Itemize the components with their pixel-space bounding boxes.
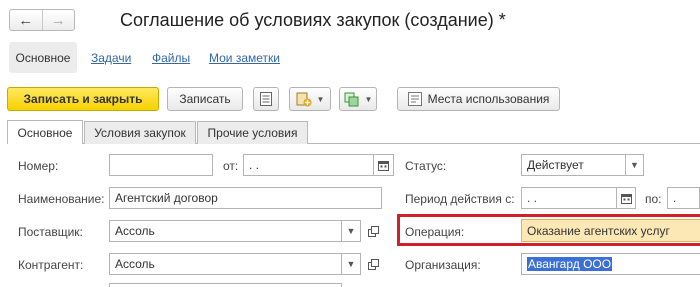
chevron-down-icon: ▼	[346, 226, 356, 236]
report-icon	[260, 92, 272, 106]
arrow-right-icon[interactable]: →	[41, 10, 75, 30]
organization-value: Авангард ООО	[527, 257, 613, 271]
calendar-icon	[620, 193, 632, 204]
counterparty-label: Контрагент:	[18, 258, 84, 272]
chevron-down-icon: ▼	[630, 160, 639, 170]
link-files[interactable]: Файлы	[152, 51, 190, 65]
usage-icon	[407, 92, 422, 106]
chevron-down-icon: ▼	[346, 259, 356, 269]
supplier-field[interactable]: Ассоль	[109, 220, 342, 242]
period-from-field[interactable]: . .	[521, 187, 617, 209]
usage-places-label: Места использования	[427, 92, 550, 106]
status-field[interactable]: Действует	[521, 154, 626, 176]
supplier-open-button[interactable]	[362, 220, 384, 242]
number-field[interactable]	[109, 154, 213, 176]
next-field-partial[interactable]	[109, 283, 342, 287]
date-from-label: от:	[223, 159, 239, 173]
calendar-button[interactable]	[374, 154, 394, 176]
link-notes[interactable]: Мои заметки	[209, 51, 280, 65]
chevron-down-icon: ▼	[316, 94, 325, 104]
period-label: Период действия с:	[405, 192, 515, 206]
create-based-on-button[interactable]: ▼	[339, 87, 377, 111]
tab-purchase-terms[interactable]: Условия закупок	[84, 121, 196, 144]
open-icon	[367, 225, 379, 237]
supplier-dropdown[interactable]: ▼	[342, 220, 361, 242]
name-field[interactable]: Агентский договор	[109, 187, 382, 209]
link-main[interactable]: Основное	[9, 42, 77, 73]
report-button[interactable]	[253, 87, 279, 111]
link-tasks[interactable]: Задачи	[91, 51, 131, 65]
create-based-icon	[344, 92, 359, 106]
save-and-close-button[interactable]: Записать и закрыть	[7, 87, 159, 111]
operation-highlight-frame	[397, 214, 700, 246]
status-dropdown[interactable]: ▼	[626, 154, 644, 176]
period-from-calendar[interactable]	[617, 187, 636, 209]
document-add-icon	[296, 92, 312, 106]
counterparty-field[interactable]: Ассоль	[109, 253, 342, 275]
period-to-field[interactable]: .	[667, 187, 700, 209]
counterparty-dropdown[interactable]: ▼	[342, 253, 361, 275]
supplier-label: Поставщик:	[18, 225, 83, 239]
organization-label: Организация:	[405, 258, 481, 272]
arrow-left-icon[interactable]: ←	[10, 10, 42, 30]
attach-button[interactable]: ▼	[289, 87, 331, 111]
tab-other-terms[interactable]: Прочие условия	[197, 121, 308, 144]
window-title: Соглашение об условиях закупок (создание…	[120, 10, 506, 30]
counterparty-open-button[interactable]	[362, 253, 384, 275]
navigation-buttons: ← →	[9, 9, 75, 31]
name-label: Наименование:	[18, 192, 105, 206]
chevron-down-icon: ▼	[364, 94, 373, 104]
status-label: Статус:	[405, 159, 447, 173]
usage-places-button[interactable]: Места использования	[397, 87, 560, 111]
number-label: Номер:	[18, 159, 59, 173]
date-field[interactable]: . .	[243, 154, 374, 176]
open-icon	[367, 258, 379, 270]
period-to-label: по:	[645, 192, 662, 206]
organization-field[interactable]: Авангард ООО	[521, 253, 700, 275]
calendar-icon	[378, 160, 389, 171]
save-button[interactable]: Записать	[167, 87, 243, 111]
tab-main[interactable]: Основное	[7, 120, 83, 144]
